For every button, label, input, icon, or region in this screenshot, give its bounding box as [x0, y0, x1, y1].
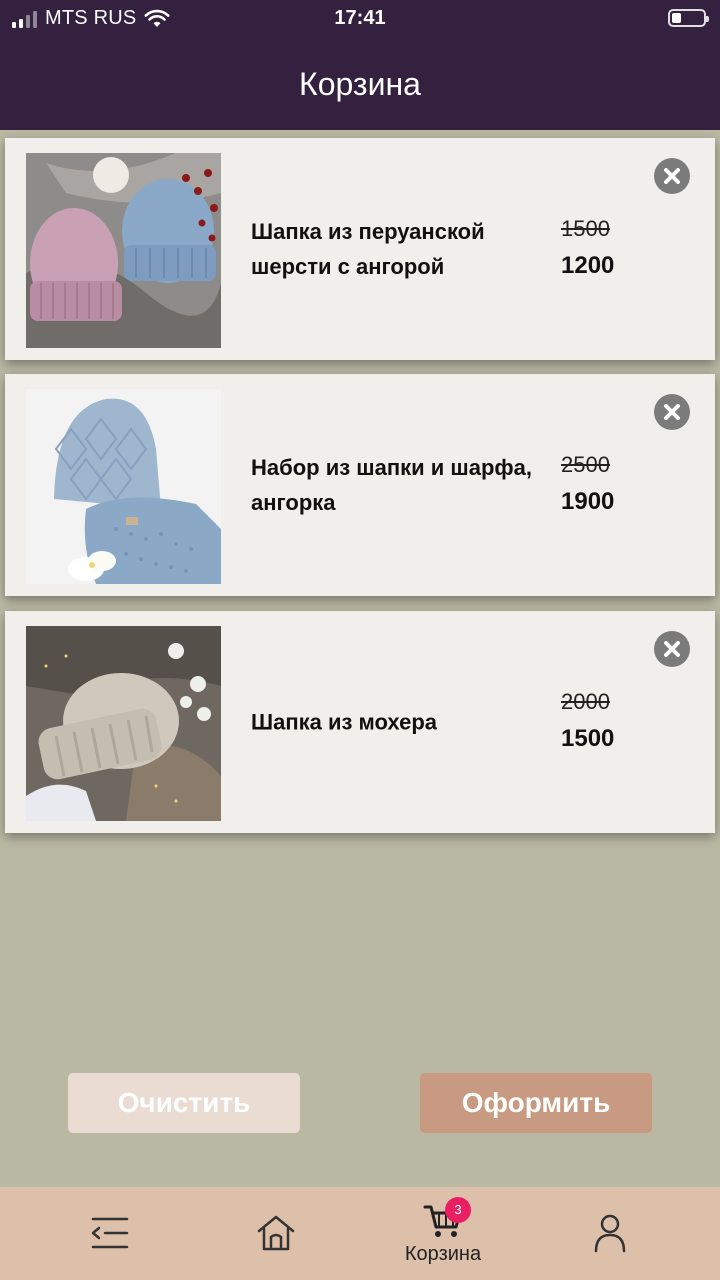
home-icon — [257, 1215, 295, 1251]
menu-icon — [91, 1217, 129, 1249]
product-image[interactable] — [26, 153, 221, 348]
current-price: 1200 — [561, 252, 615, 279]
nav-cart[interactable]: 3 Корзина — [383, 1187, 503, 1280]
product-image[interactable] — [26, 626, 221, 821]
nav-home[interactable] — [216, 1187, 336, 1280]
page-title: Корзина — [299, 66, 421, 102]
close-icon — [664, 404, 680, 420]
current-price: 1500 — [561, 725, 615, 752]
close-icon — [664, 168, 680, 184]
price-block: 2000 1500 — [561, 687, 671, 757]
nav-profile[interactable] — [550, 1187, 670, 1280]
cart-item: Шапка из перуанской шерсти с ангорой 150… — [5, 138, 715, 360]
status-bar: MTS RUS 17:41 — [0, 0, 720, 38]
remove-item-button[interactable] — [654, 394, 690, 430]
battery-icon — [668, 9, 709, 27]
old-price: 2500 — [561, 452, 610, 477]
checkout-button[interactable]: Оформить — [420, 1073, 652, 1133]
old-price: 1500 — [561, 216, 610, 241]
clear-cart-button[interactable]: Очистить — [68, 1073, 300, 1133]
product-name[interactable]: Шапка из мохера — [251, 705, 541, 740]
remove-item-button[interactable] — [654, 158, 690, 194]
product-image[interactable] — [26, 389, 221, 584]
bottom-nav: 3 Корзина — [0, 1187, 720, 1280]
product-name[interactable]: Шапка из перуанской шерсти с ангорой — [251, 214, 541, 284]
profile-icon — [594, 1214, 626, 1253]
price-block: 1500 1200 — [561, 214, 671, 284]
status-time: 17:41 — [334, 7, 386, 29]
cart-item: Шапка из мохера 2000 1500 — [5, 611, 715, 833]
price-block: 2500 1900 — [561, 450, 671, 520]
product-name[interactable]: Набор из шапки и шарфа, ангорка — [251, 450, 541, 520]
app-header: MTS RUS 17:41 Корзина — [0, 0, 720, 130]
remove-item-button[interactable] — [654, 631, 690, 667]
cart-count-badge: 3 — [445, 1197, 471, 1223]
current-price: 1900 — [561, 488, 615, 515]
close-icon — [664, 641, 680, 657]
nav-menu[interactable] — [49, 1187, 169, 1280]
cart-item: Набор из шапки и шарфа, ангорка 2500 190… — [5, 374, 715, 596]
old-price: 2000 — [561, 689, 610, 714]
nav-cart-label: Корзина — [404, 1243, 482, 1265]
